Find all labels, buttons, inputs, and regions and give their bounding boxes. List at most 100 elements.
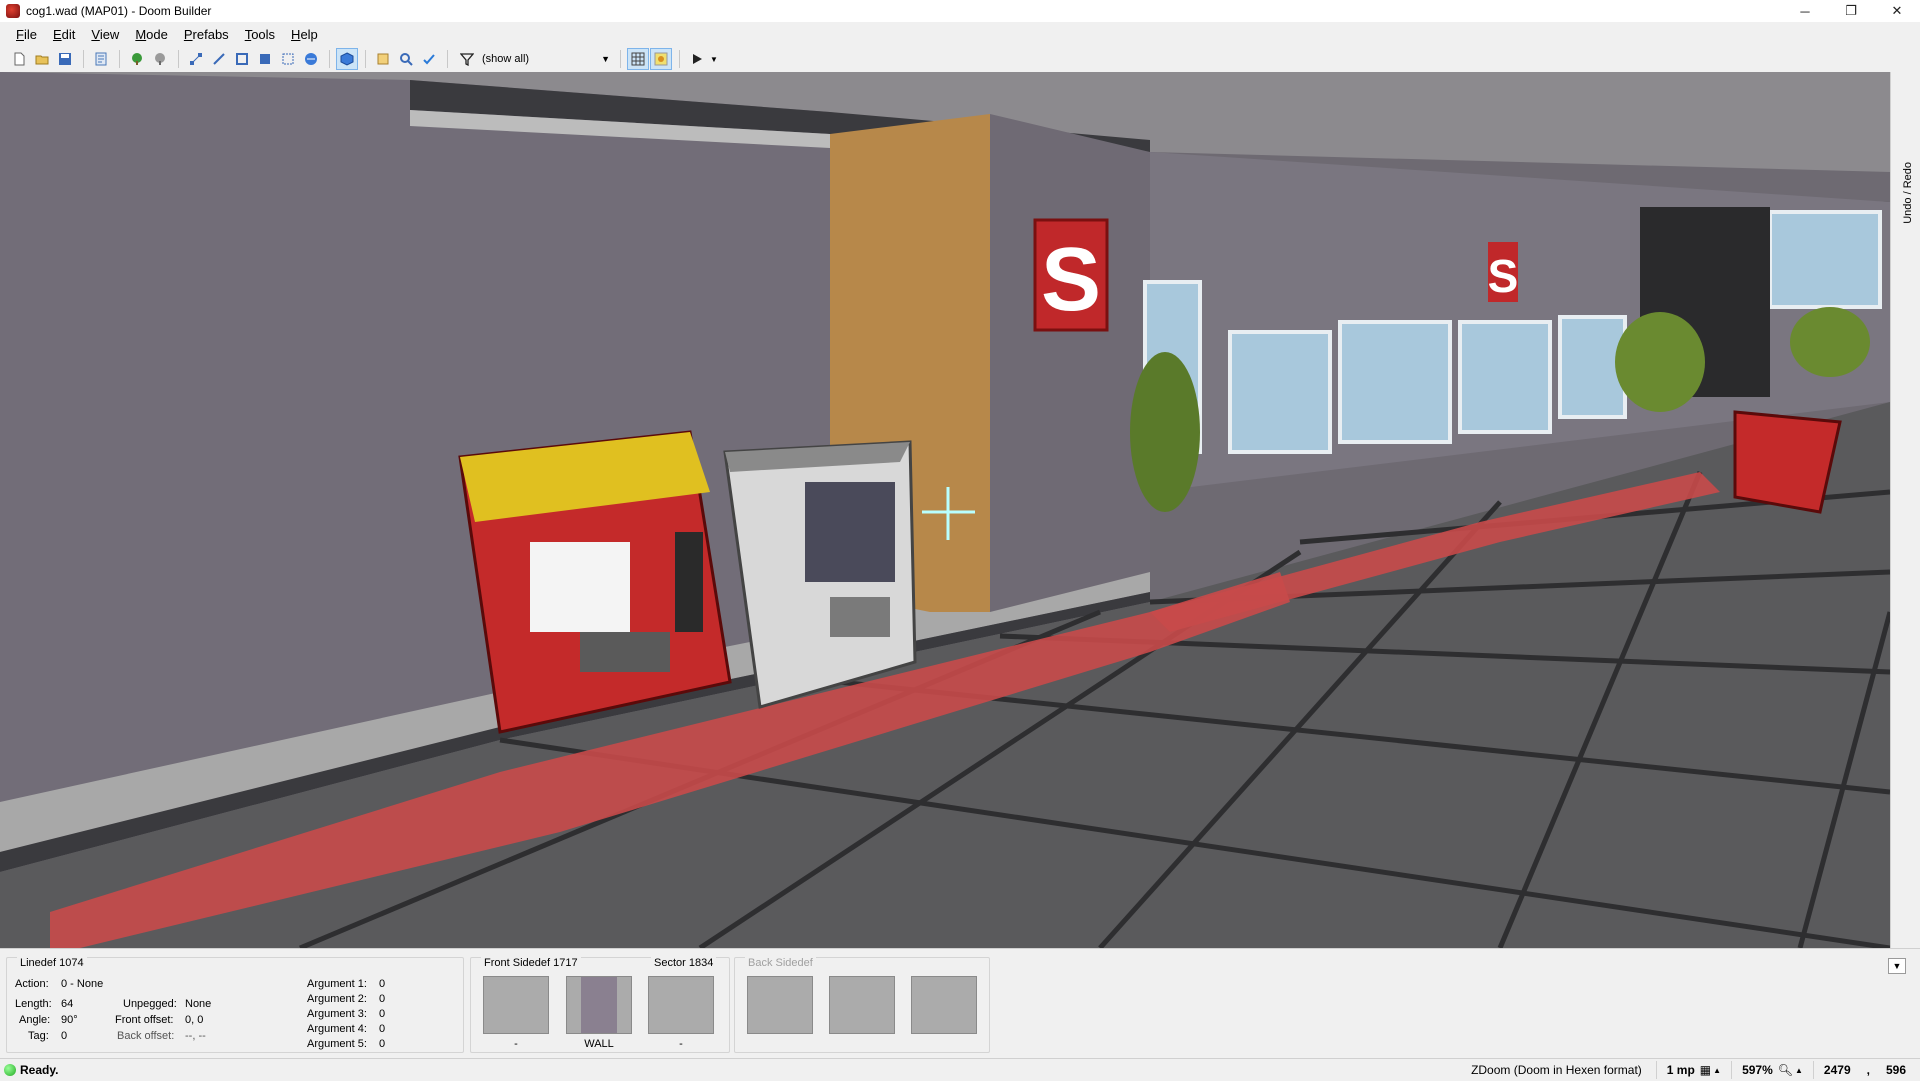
menu-help[interactable]: Help bbox=[283, 27, 326, 42]
lower-texture-name: - bbox=[679, 1038, 683, 1050]
toolbar-separator bbox=[620, 50, 621, 68]
sectors-mode-icon bbox=[236, 53, 248, 65]
cube-3d-icon bbox=[340, 52, 354, 66]
argument-5-value: 0 bbox=[379, 1038, 386, 1050]
find-button[interactable] bbox=[395, 48, 417, 70]
chevron-down-icon: ▼ bbox=[601, 54, 610, 64]
vertices-mode-button[interactable] bbox=[185, 48, 207, 70]
things-mode-button[interactable] bbox=[254, 48, 276, 70]
front-offset-label: Front offset: bbox=[115, 1014, 174, 1026]
restore-button[interactable]: ❐ bbox=[1828, 0, 1874, 22]
toolbar-separator bbox=[83, 50, 84, 68]
check-map-button[interactable] bbox=[418, 48, 440, 70]
menu-mode[interactable]: Mode bbox=[127, 27, 176, 42]
menu-edit[interactable]: Edit bbox=[45, 27, 83, 42]
selection-frame-icon bbox=[377, 53, 389, 65]
argument-4-label: Argument 4: bbox=[307, 1023, 367, 1035]
things-filter-dropdown[interactable]: (show all) ▼ bbox=[474, 49, 614, 69]
coord-y-value: 596 bbox=[1885, 1063, 1906, 1077]
length-value: 64 bbox=[61, 998, 74, 1010]
toolbar-separator bbox=[447, 50, 448, 68]
toolbar-separator bbox=[679, 50, 680, 68]
things-mode-icon bbox=[260, 54, 270, 64]
new-map-button[interactable] bbox=[8, 48, 30, 70]
sign-s-small: S bbox=[1488, 250, 1519, 302]
3d-view-toggle-button[interactable] bbox=[336, 48, 358, 70]
things-filter-value: (show all) bbox=[482, 53, 530, 65]
zoom-control[interactable]: 597% 🔍︎ ▲ bbox=[1731, 1061, 1813, 1079]
snap-toggle-button[interactable] bbox=[650, 48, 672, 70]
coord-x-value: 2479 bbox=[1823, 1063, 1851, 1077]
things-gray-tree-button[interactable] bbox=[149, 48, 171, 70]
toolbar-separator bbox=[329, 50, 330, 68]
grid-toggle-button[interactable] bbox=[627, 48, 649, 70]
chevron-up-icon: ▲ bbox=[1713, 1065, 1722, 1075]
sector-title: Sector 1834 bbox=[651, 957, 717, 969]
collapse-info-panel-button[interactable]: ▼ bbox=[1888, 958, 1906, 974]
filter-funnel-icon bbox=[460, 53, 474, 66]
status-bar: Ready. ZDoom (Doom in Hexen format) 1 mp… bbox=[0, 1058, 1920, 1080]
status-text: Ready. bbox=[20, 1062, 59, 1077]
menu-prefabs[interactable]: Prefabs bbox=[176, 27, 237, 42]
linedefs-mode-button[interactable] bbox=[208, 48, 230, 70]
angle-value: 90° bbox=[61, 1014, 78, 1026]
minimize-button[interactable]: ─ bbox=[1782, 0, 1828, 22]
menu-view[interactable]: View bbox=[83, 27, 127, 42]
toolbar-separator bbox=[365, 50, 366, 68]
menu-file[interactable]: File bbox=[8, 27, 45, 42]
cursor-coordinates: 2479 , 596 bbox=[1812, 1061, 1920, 1079]
save-map-button[interactable] bbox=[54, 48, 76, 70]
tag-label: Tag: bbox=[28, 1030, 49, 1042]
undo-redo-tab-label[interactable]: Undo / Redo bbox=[1902, 162, 1914, 224]
visual-mode-button[interactable] bbox=[300, 48, 322, 70]
test-map-button[interactable] bbox=[686, 48, 708, 70]
snap-magnet-icon bbox=[654, 52, 668, 66]
grid-icon bbox=[631, 52, 645, 66]
script-editor-button[interactable] bbox=[90, 48, 112, 70]
status-right-section: ZDoom (Doom in Hexen format) 1 mp ▦ ▲ 59… bbox=[1461, 1059, 1920, 1081]
info-panel: Linedef 1074 Action: 0 - None Length: 64… bbox=[0, 948, 1920, 1058]
lower-texture-preview[interactable] bbox=[648, 976, 714, 1034]
front-sidedef-title: Front Sidedef 1717 bbox=[481, 957, 581, 969]
visual-mode-scene: S S bbox=[0, 72, 1890, 948]
front-offset-value: 0, 0 bbox=[185, 1014, 204, 1026]
undo-redo-dock[interactable]: Undo / Redo bbox=[1890, 72, 1920, 948]
middle-texture-name: WALL bbox=[584, 1038, 614, 1050]
linedef-title: Linedef 1074 bbox=[17, 957, 87, 969]
unpegged-value: None bbox=[185, 998, 212, 1010]
green-tree-icon bbox=[132, 53, 142, 65]
select-tool-button[interactable] bbox=[372, 48, 394, 70]
middle-texture-preview[interactable] bbox=[566, 976, 632, 1034]
3d-viewport[interactable]: S S bbox=[0, 72, 1890, 948]
zoom-value: 597% bbox=[1742, 1063, 1773, 1077]
argument-1-value: 0 bbox=[379, 978, 386, 990]
argument-3-value: 0 bbox=[379, 1008, 386, 1020]
menu-tools[interactable]: Tools bbox=[237, 27, 283, 42]
unpegged-label: Unpegged: bbox=[123, 998, 177, 1010]
checkmark-icon bbox=[423, 54, 435, 65]
action-value: 0 - None bbox=[61, 978, 104, 990]
doom-builder-app-icon bbox=[6, 4, 20, 18]
length-label: Length: bbox=[15, 998, 52, 1010]
sectors-mode-button[interactable] bbox=[231, 48, 253, 70]
things-filter-tree-button[interactable] bbox=[126, 48, 148, 70]
chevron-down-icon: ▼ bbox=[710, 54, 718, 64]
save-disk-icon bbox=[59, 53, 71, 65]
gray-tree-icon bbox=[155, 53, 165, 65]
toolbar: (show all) ▼ ▼ bbox=[0, 46, 1920, 72]
back-lower-texture-preview bbox=[911, 976, 977, 1034]
make-sectors-button[interactable] bbox=[277, 48, 299, 70]
window-title: cog1.wad (MAP01) - Doom Builder bbox=[26, 4, 212, 18]
angle-label: Angle: bbox=[19, 1014, 51, 1026]
test-map-dropdown[interactable]: ▼ bbox=[709, 48, 719, 70]
back-offset-value: --, -- bbox=[185, 1030, 206, 1042]
back-offset-label: Back offset: bbox=[117, 1030, 175, 1042]
back-upper-texture-preview bbox=[747, 976, 813, 1034]
things-filter: (show all) ▼ bbox=[460, 49, 614, 69]
grid-size-control[interactable]: 1 mp ▦ ▲ bbox=[1655, 1061, 1731, 1079]
tag-value: 0 bbox=[61, 1030, 68, 1042]
close-button[interactable]: ✕ bbox=[1874, 0, 1920, 22]
open-map-button[interactable] bbox=[31, 48, 53, 70]
upper-texture-preview[interactable] bbox=[483, 976, 549, 1034]
status-ready-icon bbox=[4, 1063, 16, 1076]
